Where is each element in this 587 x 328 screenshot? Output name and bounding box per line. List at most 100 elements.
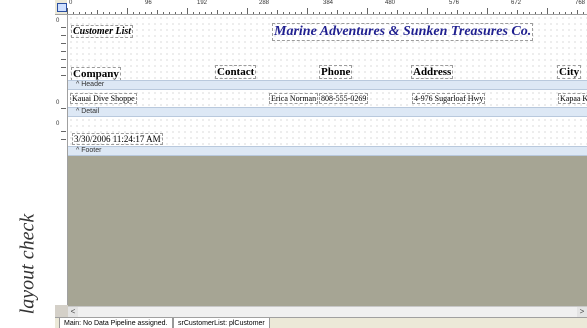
ruler-tick — [91, 12, 92, 14]
ruler-tick — [301, 12, 302, 14]
ruler-tick — [61, 43, 66, 44]
side-note-text: layout check — [16, 213, 39, 315]
ruler-tick — [451, 12, 452, 14]
ruler-tick — [397, 10, 398, 14]
ruler-tick — [379, 12, 380, 14]
column-header-contact[interactable]: Contact — [215, 65, 257, 79]
column-header-phone[interactable]: Phone — [319, 65, 353, 79]
ruler-tick — [61, 35, 66, 36]
header-band-bar[interactable]: ^ Header — [68, 80, 587, 90]
column-header-address[interactable]: Address — [411, 65, 454, 79]
horizontal-ruler: 0 96 192 288 384 480 576 672 768 — [67, 0, 587, 15]
ruler-tick — [223, 12, 224, 14]
ruler-tick — [61, 51, 66, 52]
ruler-tick — [61, 59, 66, 60]
detail-city-field[interactable]: Kapaa K — [558, 93, 587, 104]
scroll-right-icon[interactable]: > — [577, 307, 587, 317]
detail-band-label: ^ Detail — [76, 108, 100, 115]
ruler-tick — [427, 8, 428, 14]
ruler-tick — [511, 12, 512, 14]
scroll-left-icon[interactable]: < — [68, 307, 78, 317]
ruler-tick — [421, 12, 422, 14]
ruler-tick — [469, 12, 470, 14]
ruler-tick — [517, 10, 518, 14]
detail-address-field[interactable]: 4-976 Sugarloaf Hwy — [412, 93, 486, 104]
ruler-tick — [199, 12, 200, 14]
ruler-tick — [331, 12, 332, 14]
report-title-label[interactable]: Customer List — [71, 25, 134, 38]
ruler-tick — [181, 12, 182, 14]
ruler-tick — [157, 10, 158, 14]
footer-band[interactable]: 3/30/2006 11:24:17 AM — [68, 117, 587, 146]
detail-company-field[interactable]: Kauai Dive Shoppe — [70, 93, 137, 104]
ruler-tick — [523, 12, 524, 14]
ruler-tick — [565, 12, 566, 14]
ruler-tick — [109, 12, 110, 14]
ruler-tick — [139, 12, 140, 14]
ruler-label: 288 — [259, 0, 270, 6]
ruler-label: 768 — [575, 0, 586, 6]
report-layout-icon — [57, 3, 67, 12]
ruler-tick — [487, 8, 488, 14]
footer-band-label: ^ Footer — [76, 147, 102, 154]
column-header-city[interactable]: City — [557, 65, 582, 79]
footer-band-bar[interactable]: ^ Footer — [68, 146, 587, 156]
detail-band-bar[interactable]: ^ Detail — [68, 107, 587, 117]
ruler-tick — [247, 8, 248, 14]
ruler-tick — [115, 12, 116, 14]
ruler-tick — [403, 12, 404, 14]
tab-main[interactable]: Main: No Data Pipeline assigned. — [59, 318, 173, 328]
ruler-tick — [151, 12, 152, 14]
ruler-label: 576 — [449, 0, 460, 6]
ruler-tick — [73, 12, 74, 14]
ruler-label: 0 — [56, 100, 60, 106]
ruler-tick — [169, 12, 170, 14]
footer-timestamp-field[interactable]: 3/30/2006 11:24:17 AM — [72, 133, 163, 145]
ruler-tick — [79, 12, 80, 14]
ruler-tick — [205, 12, 206, 14]
ruler-tick — [61, 75, 66, 76]
ruler-label: 0 — [56, 121, 60, 127]
ruler-tick — [529, 12, 530, 14]
ruler-tick — [319, 12, 320, 14]
ruler-tick — [541, 12, 542, 14]
ruler-tick — [235, 12, 236, 14]
ruler-tick — [211, 12, 212, 14]
ruler-tick — [577, 10, 578, 14]
ruler-tick — [433, 12, 434, 14]
ruler-label: 480 — [385, 0, 396, 6]
ruler-tick — [103, 12, 104, 14]
ruler-tick — [295, 12, 296, 14]
column-header-company[interactable]: Company — [71, 67, 121, 81]
status-bar: Main: No Data Pipeline assigned. srCusto… — [55, 317, 587, 328]
ruler-tick — [307, 8, 308, 14]
ruler-tick — [361, 12, 362, 14]
ruler-tick — [373, 12, 374, 14]
horizontal-scrollbar[interactable]: < > — [68, 306, 587, 317]
ruler-tick — [121, 12, 122, 14]
ruler-tick — [505, 12, 506, 14]
header-band-label: ^ Header — [76, 81, 105, 88]
detail-contact-field[interactable]: Erica Norman — [269, 93, 319, 104]
tab-sr-customer-list[interactable]: srCustomerList: plCustomer — [173, 318, 270, 328]
vertical-ruler: 0 0 0 — [55, 15, 68, 305]
ruler-tick — [61, 131, 66, 132]
ruler-tick — [271, 12, 272, 14]
ruler-tick — [313, 12, 314, 14]
ruler-tick — [391, 12, 392, 14]
ruler-tick — [217, 10, 218, 14]
ruler-tick — [61, 139, 66, 140]
ruler-tick — [289, 12, 290, 14]
ruler-tick — [439, 12, 440, 14]
ruler-tick — [175, 12, 176, 14]
detail-band[interactable]: Kauai Dive Shoppe Erica Norman 808-555-0… — [68, 90, 587, 107]
company-title-label[interactable]: Marine Adventures & Sunken Treasures Co. — [272, 23, 534, 41]
ruler-tick — [67, 8, 68, 14]
ruler-tick — [493, 12, 494, 14]
header-band[interactable]: Customer List Marine Adventures & Sunken… — [68, 15, 587, 81]
ruler-tick — [337, 10, 338, 14]
ruler-label: 0 — [69, 0, 73, 6]
ruler-tick — [187, 8, 188, 14]
detail-phone-field[interactable]: 808-555-0269 — [319, 93, 369, 104]
ruler-tick — [367, 8, 368, 14]
